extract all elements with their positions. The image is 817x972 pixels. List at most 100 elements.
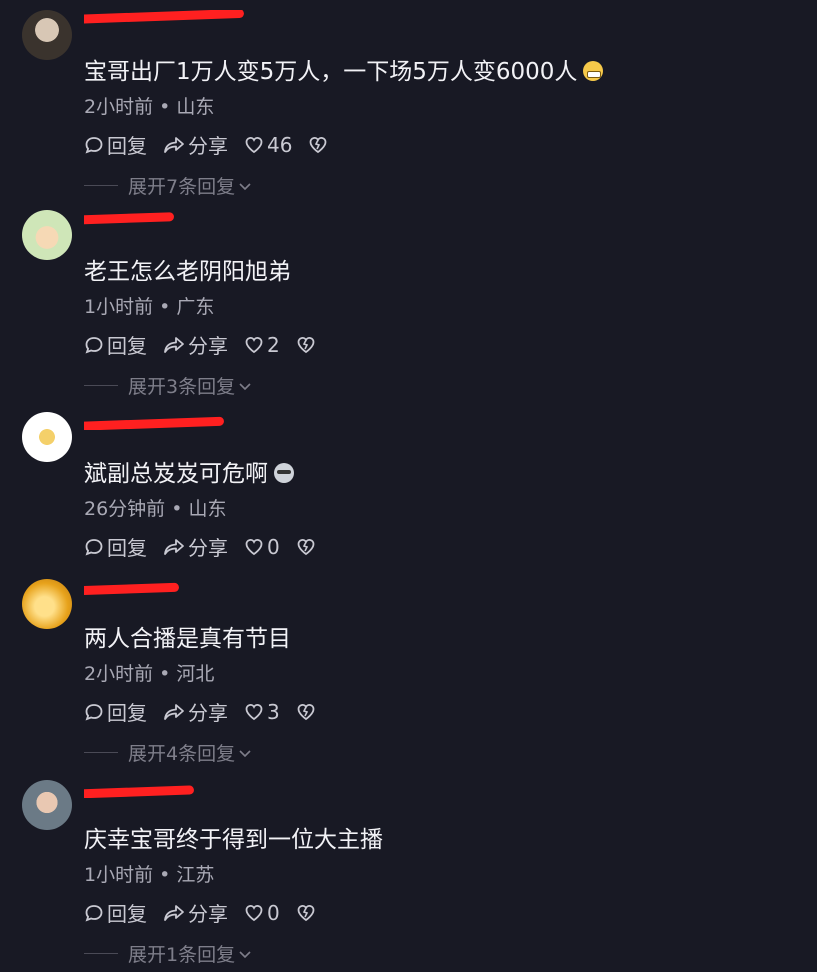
comment-text: 斌副总岌岌可危啊 (84, 454, 294, 488)
reply-button[interactable]: 回复 (84, 330, 147, 359)
avatar[interactable] (22, 210, 72, 260)
redaction-mark (84, 212, 175, 225)
username[interactable] (84, 210, 244, 228)
location: 山东 (176, 96, 215, 118)
cat-face-icon (274, 463, 294, 483)
location: 河北 (176, 663, 215, 685)
timestamp: 1小时前 (84, 864, 154, 886)
dislike-button[interactable] (296, 537, 319, 557)
avatar[interactable] (22, 780, 72, 830)
like-count: 3 (267, 699, 280, 724)
comment-meta: 2小时前 • 山东 (84, 96, 215, 118)
comment-meta: 1小时前 • 广东 (84, 296, 215, 318)
share-label: 分享 (188, 334, 228, 358)
broken-heart-icon (297, 538, 315, 555)
reply-label: 回复 (107, 334, 147, 358)
comment-actions: 回复 分享 0 (84, 898, 335, 927)
share-arrow-icon (164, 904, 184, 921)
share-button[interactable]: 分享 (163, 330, 228, 359)
expand-label: 展开7条回复 (128, 176, 236, 198)
reply-bubble-icon (85, 538, 103, 555)
divider-line (84, 953, 118, 954)
share-button[interactable]: 分享 (163, 130, 228, 159)
location: 广东 (176, 296, 215, 318)
chevron-down-icon (239, 382, 251, 390)
expand-replies-button[interactable]: 展开4条回复 (84, 739, 253, 766)
comment-actions: 回复 分享 0 (84, 532, 335, 561)
expand-label: 展开3条回复 (128, 376, 236, 398)
dislike-button[interactable] (296, 335, 319, 355)
comment-text: 两人合播是真有节目 (84, 619, 291, 653)
like-button[interactable]: 0 (244, 535, 280, 559)
like-button[interactable]: 46 (244, 133, 292, 157)
redaction-mark (84, 416, 225, 430)
share-arrow-icon (164, 703, 184, 720)
reply-bubble-icon (85, 136, 103, 153)
dislike-button[interactable] (296, 702, 319, 722)
broken-heart-icon (297, 904, 315, 921)
location: 山东 (188, 498, 227, 520)
comment-actions: 回复 分享 46 (84, 130, 347, 159)
share-button[interactable]: 分享 (163, 532, 228, 561)
reply-button[interactable]: 回复 (84, 898, 147, 927)
username[interactable] (84, 579, 244, 597)
share-arrow-icon (164, 136, 184, 153)
share-arrow-icon (164, 336, 184, 353)
share-button[interactable]: 分享 (163, 697, 228, 726)
share-label: 分享 (188, 902, 228, 926)
timestamp: 2小时前 (84, 663, 154, 685)
timestamp: 2小时前 (84, 96, 154, 118)
share-label: 分享 (188, 701, 228, 725)
username[interactable] (84, 10, 244, 28)
divider-line (84, 752, 118, 753)
comment-text: 庆幸宝哥终于得到一位大主播 (84, 820, 383, 854)
comment-actions: 回复 分享 3 (84, 697, 335, 726)
heart-icon (245, 904, 263, 921)
comment-text-content: 斌副总岌岌可危啊 (84, 461, 268, 487)
share-label: 分享 (188, 536, 228, 560)
comment-actions: 回复 分享 2 (84, 330, 335, 359)
avatar[interactable] (22, 579, 72, 629)
reply-bubble-icon (85, 336, 103, 353)
timestamp: 1小时前 (84, 296, 154, 318)
comment-text: 老王怎么老阴阳旭弟 (84, 252, 291, 286)
like-count: 2 (267, 332, 280, 357)
reply-button[interactable]: 回复 (84, 697, 147, 726)
divider-line (84, 185, 118, 186)
like-button[interactable]: 3 (244, 700, 280, 724)
dislike-button[interactable] (296, 903, 319, 923)
like-button[interactable]: 2 (244, 333, 280, 357)
heart-icon (245, 538, 263, 555)
username[interactable] (84, 412, 244, 430)
heart-icon (245, 336, 263, 353)
location: 江苏 (176, 864, 215, 886)
grinning-face-icon (583, 61, 604, 81)
share-button[interactable]: 分享 (163, 898, 228, 927)
chevron-down-icon (239, 950, 251, 958)
expand-replies-button[interactable]: 展开7条回复 (84, 172, 253, 199)
broken-heart-icon (297, 336, 315, 353)
like-count: 0 (267, 900, 280, 925)
reply-label: 回复 (107, 536, 147, 560)
expand-label: 展开1条回复 (128, 944, 236, 966)
share-arrow-icon (164, 538, 184, 555)
broken-heart-icon (310, 136, 327, 153)
chevron-down-icon (239, 182, 251, 190)
comment-text-content: 老王怎么老阴阳旭弟 (84, 259, 291, 285)
comment-text: 宝哥出厂1万人变5万人，一下场5万人变6000人 (84, 52, 604, 86)
reply-button[interactable]: 回复 (84, 130, 147, 159)
like-button[interactable]: 0 (244, 901, 280, 925)
comment-meta: 1小时前 • 江苏 (84, 864, 215, 886)
comment-text-content: 两人合播是真有节目 (84, 626, 291, 652)
reply-bubble-icon (85, 703, 103, 720)
reply-label: 回复 (107, 701, 147, 725)
expand-replies-button[interactable]: 展开1条回复 (84, 940, 253, 967)
avatar[interactable] (22, 10, 72, 60)
dislike-button[interactable] (308, 135, 331, 155)
reply-button[interactable]: 回复 (84, 532, 147, 561)
expand-replies-button[interactable]: 展开3条回复 (84, 372, 253, 399)
avatar[interactable] (22, 412, 72, 462)
like-count: 0 (267, 534, 280, 559)
username[interactable] (84, 780, 244, 798)
chevron-down-icon (239, 749, 251, 757)
